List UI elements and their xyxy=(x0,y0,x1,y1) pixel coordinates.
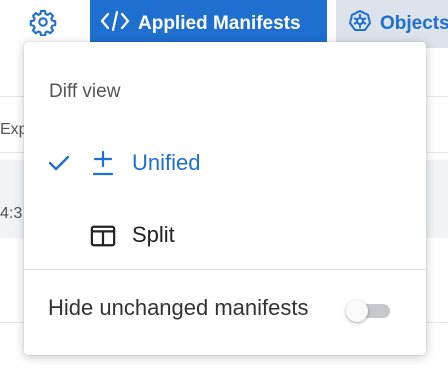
tab-applied-manifests[interactable]: Applied Manifests xyxy=(90,0,327,48)
checkmark-icon xyxy=(48,152,70,174)
settings-popover: Diff view Unified Split Hide unchanged m… xyxy=(24,42,426,355)
code-icon xyxy=(100,9,130,39)
tab-label: Applied Manifests xyxy=(138,13,301,34)
menu-item-split[interactable]: Split xyxy=(24,208,426,264)
menu-item-label: Split xyxy=(132,222,175,247)
row-label: Explo xyxy=(0,121,24,138)
toggle-label: Hide unchanged manifests xyxy=(48,295,309,320)
kubernetes-icon xyxy=(348,9,372,39)
menu-item-label: Unified xyxy=(132,150,201,175)
settings-button[interactable] xyxy=(28,9,58,39)
gear-icon xyxy=(29,8,57,41)
hide-unchanged-row[interactable]: Hide unchanged manifests xyxy=(24,282,426,338)
menu-item-unified[interactable]: Unified xyxy=(24,136,426,192)
tab-objects[interactable]: Objects xyxy=(336,0,448,48)
timestamp: 4:3 xyxy=(0,205,23,222)
hide-unchanged-toggle[interactable] xyxy=(346,298,392,322)
tab-label: Objects xyxy=(380,13,448,34)
split-columns-icon xyxy=(90,222,116,250)
toggle-thumb xyxy=(346,300,368,322)
section-title: Diff view xyxy=(49,81,121,102)
plus-minus-icon xyxy=(90,150,116,178)
menu-divider xyxy=(24,269,426,270)
